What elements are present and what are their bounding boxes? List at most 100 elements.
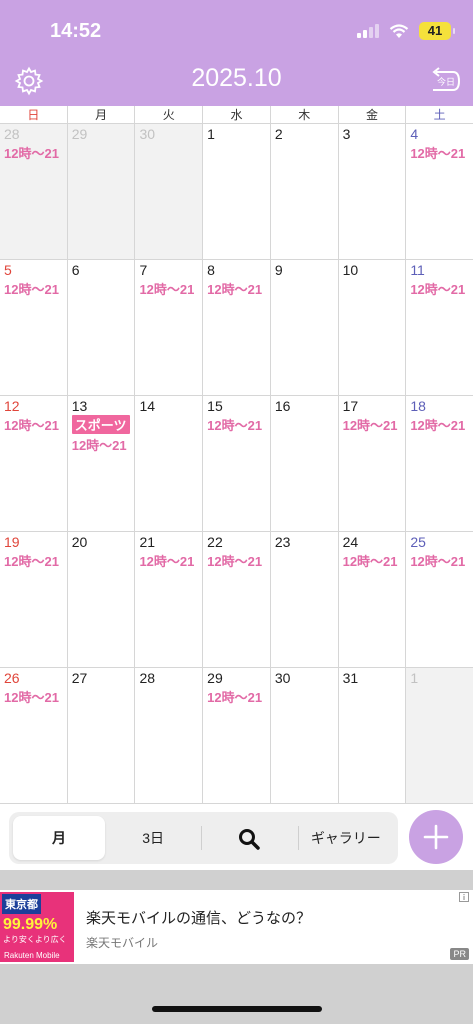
home-indicator[interactable] (152, 1006, 322, 1012)
search-button[interactable] (201, 816, 297, 860)
ad-thumb-note: より安くより広く (3, 935, 67, 944)
day-cell[interactable]: 22 12時～21 (203, 532, 271, 667)
day-number: 23 (274, 534, 291, 550)
day-cell[interactable]: 14 (135, 396, 204, 531)
day-number: 21 (139, 534, 156, 550)
day-cell[interactable]: 27 (68, 668, 136, 803)
day-cell[interactable]: 13 スポーツ 12時～21 (68, 396, 136, 531)
day-number: 28 (4, 126, 20, 142)
shift-label: 12時～21 (4, 146, 59, 161)
day-number: 16 (274, 398, 291, 414)
tab-gallery[interactable]: ギャラリー (297, 816, 394, 860)
day-cell[interactable]: 23 (271, 532, 339, 667)
day-cell[interactable]: 8 12時～21 (203, 260, 271, 395)
day-cell[interactable]: 30 (271, 668, 339, 803)
day-cell[interactable]: 17 12時～21 (339, 396, 407, 531)
event-tag[interactable]: スポーツ (71, 415, 131, 434)
shift-label: 12時～21 (207, 690, 263, 705)
day-cell[interactable]: 29 12時～21 (203, 668, 271, 803)
calendar-grid: 28 12時～21 29 30 1 2 3 4 12時～21 5 12時～21 6 7 12時～21 8 12… (0, 124, 473, 804)
day-number: 30 (139, 126, 156, 142)
day-cell[interactable]: 16 (271, 396, 339, 531)
day-cell[interactable]: 24 12時～21 (339, 532, 407, 667)
day-cell[interactable]: 20 (68, 532, 136, 667)
day-cell[interactable]: 26 12時～21 (0, 668, 68, 803)
shift-label: 12時～21 (410, 554, 466, 569)
day-number: 10 (342, 262, 359, 278)
shift-label: 12時～21 (410, 146, 466, 161)
day-cell[interactable]: 4 12時～21 (406, 124, 473, 259)
today-return-icon[interactable]: 今日 (427, 66, 461, 96)
ad-advertiser: 楽天モバイル (86, 936, 159, 950)
day-cell[interactable]: 25 12時～21 (406, 532, 473, 667)
day-number: 7 (139, 262, 148, 278)
shift-label: 12時～21 (207, 554, 263, 569)
day-cell[interactable]: 29 (67, 124, 136, 259)
day-number: 1 (207, 126, 215, 142)
bottom-toolbar: 月 3日 ギャラリー (0, 806, 473, 870)
shift-label: 12時～21 (207, 418, 263, 433)
day-number: 31 (342, 670, 359, 686)
day-cell[interactable]: 9 (271, 260, 339, 395)
day-cell[interactable]: 1 (406, 668, 473, 803)
day-cell[interactable]: 30 (135, 124, 204, 259)
day-number: 5 (4, 262, 12, 278)
day-cell[interactable]: 6 (68, 260, 136, 395)
day-number: 4 (410, 126, 419, 142)
day-cell[interactable]: 15 12時～21 (203, 396, 271, 531)
ad-thumbnail[interactable]: 東京都 99.99% より安くより広く Rakuten Mobile (0, 892, 74, 962)
weekday-fri: 金 (338, 106, 407, 124)
day-cell[interactable]: 10 (339, 260, 407, 395)
day-number: 18 (410, 398, 426, 414)
day-number: 28 (139, 670, 156, 686)
shift-label: 12時～21 (342, 554, 398, 569)
app-header: 14:52 41 2025.10 今日 (0, 0, 473, 106)
day-number: 24 (342, 534, 359, 550)
day-cell[interactable]: 5 12時～21 (0, 260, 68, 395)
shift-label: 12時～21 (207, 282, 263, 297)
ad-divider (0, 870, 473, 890)
day-cell[interactable]: 28 12時～21 (0, 124, 68, 259)
day-number: 29 (71, 126, 88, 142)
info-icon[interactable] (459, 892, 469, 902)
bottom-safe-area (0, 964, 473, 1024)
cellular-signal-icon (357, 24, 379, 38)
tab-three-day[interactable]: 3日 (105, 816, 201, 860)
day-cell[interactable]: 1 (203, 124, 271, 259)
shift-label: 12時～21 (4, 554, 59, 569)
battery-indicator: 41 (419, 22, 455, 40)
day-number: 30 (274, 670, 291, 686)
day-cell[interactable]: 21 12時～21 (135, 532, 204, 667)
day-cell[interactable]: 2 (271, 124, 339, 259)
day-cell[interactable]: 19 12時～21 (0, 532, 68, 667)
day-cell[interactable]: 31 (339, 668, 407, 803)
weekday-mon: 月 (67, 106, 136, 124)
ad-banner[interactable]: 東京都 99.99% より安くより広く Rakuten Mobile 楽天モバイ… (0, 890, 473, 964)
day-cell[interactable]: 12 12時～21 (0, 396, 68, 531)
view-switcher: 月 3日 ギャラリー (9, 812, 398, 864)
day-cell[interactable]: 18 12時～21 (406, 396, 473, 531)
day-cell[interactable]: 7 12時～21 (135, 260, 204, 395)
ad-title[interactable]: 楽天モバイルの通信、どうなの？ (86, 907, 311, 928)
shift-label: 12時～21 (410, 418, 466, 433)
day-number: 12 (4, 398, 20, 414)
month-title: 2025.10 (191, 64, 282, 92)
week-row: 5 12時～21 6 7 12時～21 8 12時～21 9 10 11 12時～21 (0, 260, 473, 396)
weekday-header: 日 月 火 水 木 金 土 (0, 106, 473, 124)
add-button[interactable] (409, 810, 463, 864)
day-number: 15 (207, 398, 223, 414)
week-row: 28 12時～21 29 30 1 2 3 4 12時～21 (0, 124, 473, 260)
day-cell[interactable]: 11 12時～21 (406, 260, 473, 395)
week-row: 12 12時～21 13 スポーツ 12時～21 14 15 12時～21 16 17 12時～21… (0, 396, 473, 532)
tab-month[interactable]: 月 (13, 816, 105, 860)
day-number: 19 (4, 534, 20, 550)
plus-icon (423, 824, 449, 850)
day-cell[interactable]: 28 (135, 668, 204, 803)
day-number: 26 (4, 670, 20, 686)
shift-label: 12時～21 (4, 418, 59, 433)
day-number: 22 (207, 534, 223, 550)
shift-label: 12時～21 (4, 690, 59, 705)
day-cell[interactable]: 3 (339, 124, 407, 259)
day-number: 27 (71, 670, 88, 686)
weekday-sat: 土 (406, 106, 473, 124)
